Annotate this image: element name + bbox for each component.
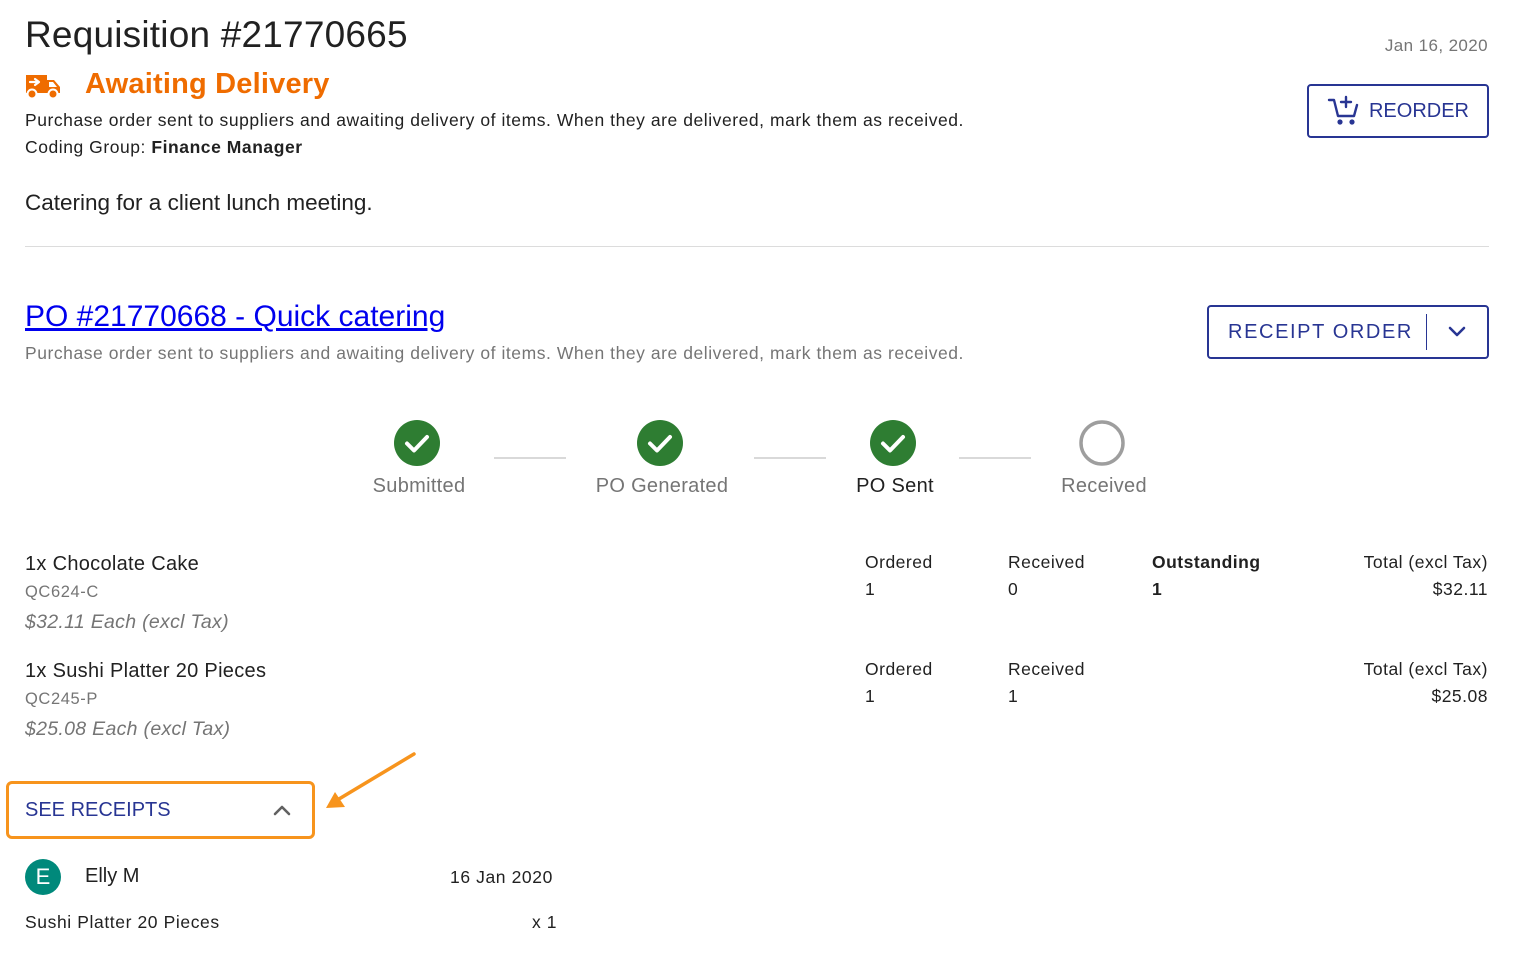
ordered-label: Ordered <box>865 659 933 679</box>
received-value: 1 <box>1008 686 1019 706</box>
step-connector <box>494 457 566 459</box>
receipt-order-button-group: RECEIPT ORDER <box>1207 305 1489 359</box>
item-name: 1x Chocolate Cake <box>25 553 200 575</box>
po-description: Purchase order sent to suppliers and awa… <box>25 343 964 363</box>
cart-add-icon <box>1327 95 1359 125</box>
received-label: Received <box>1008 659 1085 679</box>
item-name: 1x Sushi Platter 20 Pieces <box>25 660 267 682</box>
total-label: Total (excl Tax) <box>1363 552 1488 572</box>
coding-group: Coding Group: Finance Manager <box>25 137 303 158</box>
step-label-po-generated: PO Generated <box>595 475 729 497</box>
step-label-received: Received <box>1061 475 1147 497</box>
check-circle-icon <box>870 420 916 466</box>
receipt-qty: x 1 <box>532 912 558 932</box>
check-circle-icon <box>637 420 683 466</box>
po-link[interactable]: PO #21770668 - Quick catering <box>25 300 445 334</box>
divider <box>25 246 1489 247</box>
receipt-user: Elly M <box>85 865 140 887</box>
reorder-button[interactable]: REORDER <box>1307 84 1489 138</box>
outstanding-value: 1 <box>1152 579 1163 599</box>
status-row: Awaiting Delivery <box>25 68 330 101</box>
status-description: Purchase order sent to suppliers and awa… <box>25 110 964 130</box>
total-label: Total (excl Tax) <box>1363 659 1488 679</box>
item-price: $25.08 Each (excl Tax) <box>25 718 231 740</box>
see-receipts-toggle[interactable]: SEE RECEIPTS <box>6 781 315 839</box>
page-title: Requisition #21770665 <box>25 14 408 55</box>
coding-group-label: Coding Group: <box>25 137 146 157</box>
step-label-submitted: Submitted <box>372 475 466 497</box>
chevron-up-icon <box>273 805 291 816</box>
receipt-item: Sushi Platter 20 Pieces <box>25 912 220 932</box>
requisition-date: Jan 16, 2020 <box>1384 36 1488 55</box>
step-connector <box>959 457 1031 459</box>
receipt-date: 16 Jan 2020 <box>450 867 553 887</box>
ordered-value: 1 <box>865 579 876 599</box>
annotation-arrow-icon <box>326 752 416 808</box>
status-text: Awaiting Delivery <box>85 68 330 100</box>
item-sku: QC624-C <box>25 583 99 601</box>
check-circle-icon <box>394 420 440 466</box>
item-sku: QC245-P <box>25 690 98 708</box>
received-label: Received <box>1008 552 1085 572</box>
total-value: $32.11 <box>1432 579 1488 599</box>
item-price: $32.11 Each (excl Tax) <box>25 611 229 633</box>
reorder-label: REORDER <box>1368 99 1469 122</box>
step-label-po-sent: PO Sent <box>856 475 934 497</box>
step-connector <box>754 457 826 459</box>
delivery-truck-icon <box>26 74 60 99</box>
requisition-purpose: Catering for a client lunch meeting. <box>25 190 373 215</box>
total-value: $25.08 <box>1431 686 1488 706</box>
avatar: E <box>25 859 61 895</box>
receipt-order-dropdown[interactable] <box>1427 307 1487 357</box>
received-value: 0 <box>1008 579 1019 599</box>
outstanding-label: Outstanding <box>1152 552 1261 572</box>
chevron-down-icon <box>1448 326 1466 337</box>
see-receipts-label: SEE RECEIPTS <box>25 798 171 821</box>
ordered-label: Ordered <box>865 552 933 572</box>
coding-group-value: Finance Manager <box>151 137 303 157</box>
empty-circle-icon <box>1079 420 1125 466</box>
ordered-value: 1 <box>865 686 876 706</box>
receipt-order-button[interactable]: RECEIPT ORDER <box>1209 321 1426 344</box>
